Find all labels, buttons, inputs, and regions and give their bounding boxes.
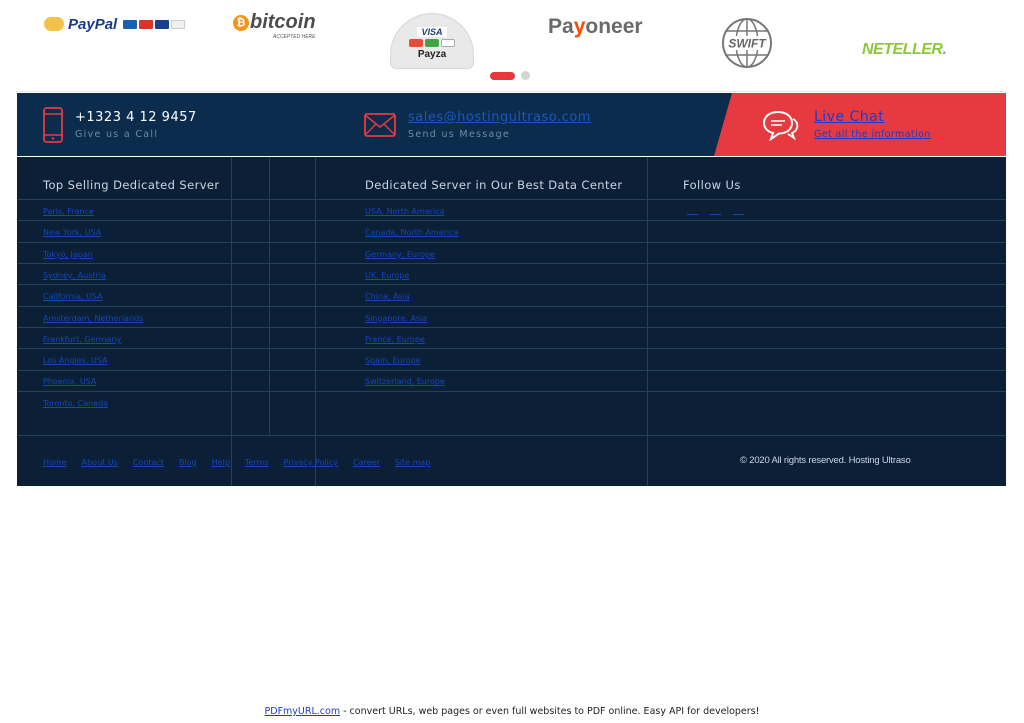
card-brands-icon [123,19,187,29]
footer-nav-link[interactable]: Career [353,458,380,467]
pdf-note-text: - convert URLs, web pages or even full w… [340,706,760,717]
payza-logo: VISA Payza [390,13,474,69]
contact-bar: +1323 4 12 9457 Give us a Call sales@hos… [17,93,1006,156]
carousel-dot[interactable] [521,71,530,80]
neteller-wordmark: NETELLER [862,41,943,58]
footer-nav-link[interactable]: About Us [82,458,118,467]
pdfmyurl-link[interactable]: PDFmyURL.com [265,706,341,717]
site-footer: Top Selling Dedicated Server Dedicated S… [17,157,1006,486]
footer-link[interactable]: Germany, Europe [365,250,435,259]
bitcoin-wordmark: bitcoin [250,11,316,33]
follow-us-title: Follow Us [683,178,741,192]
footer-link[interactable]: Switzerland, Europe [365,377,445,386]
live-chat-link[interactable]: Live Chat [814,109,931,125]
footer-link[interactable]: Canada, North America [365,228,458,237]
carousel-dot-active[interactable] [490,71,515,80]
data-center-title: Dedicated Server in Our Best Data Center [365,178,623,192]
payoneer-wordmark-end: oneer [585,15,643,38]
phone-subtext: Give us a Call [75,128,159,140]
email-link[interactable]: sales@hostingultraso.com [408,110,591,125]
footer-link[interactable]: New York, USA [43,228,101,237]
paypal-badge-icon [44,17,64,31]
payza-wordmark: Payza [417,48,447,60]
live-chat-subtext-link[interactable]: Get all the information [814,129,931,140]
footer-link[interactable]: Tokyo, Japan [43,250,93,259]
payoneer-logo: Pa y oneer [548,15,643,39]
footer-link[interactable]: Paris, France [43,207,94,216]
payoneer-wordmark-y: y [573,15,586,38]
email-subtext: Send us Message [408,128,511,140]
phone-contact: +1323 4 12 9457 Give us a Call [43,93,197,156]
bitcoin-accepted-text: ACCEPTED HERE [273,34,316,40]
copyright-text: © 2020 All rights reserved. Hosting Ultr… [740,455,911,466]
twitter-icon[interactable] [710,206,721,215]
swift-wordmark: SWIFT [728,37,767,51]
footer-link[interactable]: China, Asia [365,292,410,301]
footer-link[interactable]: Amsterdam, Netherlands [43,314,143,323]
social-links [687,206,744,215]
footer-nav-link[interactable]: Home [43,458,67,467]
payza-visa-text: VISA [417,26,447,37]
chat-bubble-icon [762,110,799,141]
footer-link[interactable]: Spain, Europe [365,356,421,365]
neteller-logo: NETELLER. [862,41,947,58]
swift-logo: SWIFT [721,17,773,69]
payoneer-wordmark-start: Pa [548,15,574,38]
payza-cards-icon [409,38,455,47]
footer-link[interactable]: California, USA [43,292,103,301]
linkedin-icon[interactable] [733,206,744,215]
phone-number: +1323 4 12 9457 [75,109,197,125]
paypal-wordmark: PayPal [68,15,118,33]
paypal-logo: PayPal [44,15,187,33]
carousel-dots [490,71,530,80]
footer-nav-link[interactable]: Blog [179,458,197,467]
footer-link[interactable]: Los Angles, USA [43,356,108,365]
footer-link[interactable]: Singapore, Asia [365,314,427,323]
bitcoin-icon: ₿ [233,14,249,31]
footer-nav-link[interactable]: Site map [395,458,431,467]
footer-link[interactable]: UK, Europe [365,271,409,280]
bitcoin-logo: ₿ bitcoin ACCEPTED HERE [233,11,316,40]
payment-logos-carousel: PayPal ₿ bitcoin ACCEPTED HERE VISA Payz… [17,11,1006,92]
footer-link[interactable]: USA, North America [365,207,445,216]
footer-link[interactable]: France, Europe [365,335,425,344]
envelope-icon [364,112,396,137]
facebook-icon[interactable] [687,206,698,215]
footer-link[interactable]: Sydney, Austria [43,271,106,280]
top-selling-title: Top Selling Dedicated Server [43,178,220,192]
pdf-footer-note: PDFmyURL.com - convert URLs, web pages o… [0,706,1024,717]
phone-icon [43,106,63,143]
footer-nav-link[interactable]: Contact [133,458,164,467]
email-contact: sales@hostingultraso.com Send us Message [364,93,591,156]
swift-globe-icon: SWIFT [722,18,772,68]
footer-nav: Home About Us Contact Blog Help Terms Privacy … [43,458,445,467]
footer-link[interactable]: Frankfurt, Germany [43,335,121,344]
footer-link[interactable]: Phoenix, USA [43,377,96,386]
footer-nav-link[interactable]: Terms [245,458,269,467]
footer-nav-link[interactable]: Privacy Policy [283,458,338,467]
footer-nav-link[interactable]: Help [212,458,230,467]
footer-link[interactable]: Toronto, Canada [43,399,108,408]
live-chat-contact: Live Chat Get all the information [762,93,931,156]
